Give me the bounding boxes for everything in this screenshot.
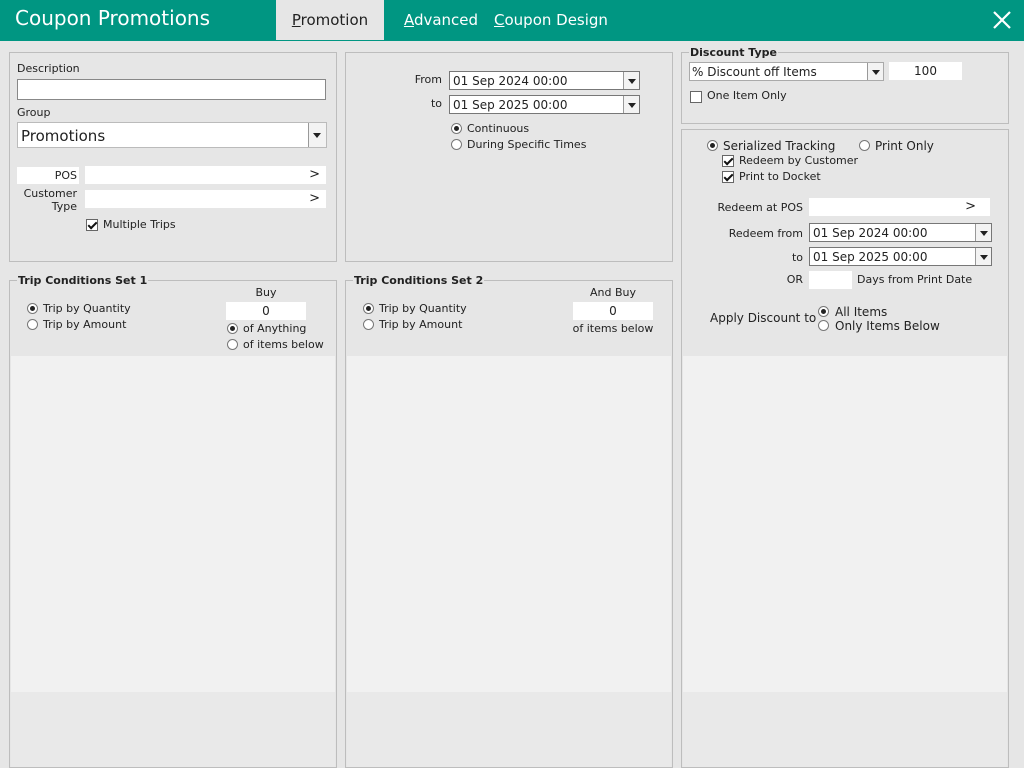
chevron-down-icon[interactable] bbox=[975, 248, 991, 265]
multiple-trips-checkbox[interactable] bbox=[86, 219, 98, 231]
trip1-buy-input[interactable]: 0 bbox=[226, 302, 306, 320]
pos-picker[interactable]: > bbox=[85, 166, 326, 184]
only-items-below-label: Only Items Below bbox=[835, 319, 940, 333]
trip2-by-amount-label: Trip by Amount bbox=[379, 318, 463, 331]
redeem-at-pos-label: Redeem at POS bbox=[717, 201, 803, 214]
to-label: to bbox=[430, 97, 442, 110]
description-label: Description bbox=[17, 62, 80, 75]
chevron-down-icon[interactable] bbox=[308, 123, 326, 147]
apply-discount-label: Apply Discount to bbox=[710, 311, 817, 325]
trip1-by-amount-label: Trip by Amount bbox=[43, 318, 127, 331]
trip2-by-amount-radio[interactable] bbox=[363, 319, 374, 330]
to-date-picker[interactable]: 01 Sep 2025 00:00 bbox=[449, 95, 640, 114]
redemption-footer bbox=[683, 692, 1007, 767]
redeem-from-date-picker[interactable]: 01 Sep 2024 00:00 bbox=[809, 223, 992, 242]
tab-promotion[interactable]: Promotion bbox=[276, 0, 384, 40]
window-title: Coupon Promotions bbox=[15, 6, 211, 30]
customer-type-label-line2: Type bbox=[51, 200, 77, 213]
tab-advanced[interactable]: Advanced bbox=[400, 0, 482, 40]
discount-type-title: Discount Type bbox=[689, 46, 778, 59]
trip1-of-anything-radio[interactable] bbox=[227, 323, 238, 334]
trip-conditions-2-footer bbox=[347, 692, 671, 767]
all-items-label: All Items bbox=[835, 305, 888, 319]
one-item-only-checkbox[interactable] bbox=[690, 91, 702, 103]
days-from-print-input[interactable] bbox=[809, 271, 852, 289]
trip-conditions-1-footer bbox=[11, 692, 335, 767]
customer-type-picker[interactable]: > bbox=[85, 190, 326, 208]
from-date-value: 01 Sep 2024 00:00 bbox=[453, 74, 568, 88]
description-input[interactable] bbox=[17, 79, 326, 100]
from-date-picker[interactable]: 01 Sep 2024 00:00 bbox=[449, 71, 640, 90]
tab-advanced-mnemonic: A bbox=[403, 11, 414, 29]
print-only-radio[interactable] bbox=[859, 140, 870, 151]
discount-type-value: % Discount off Items bbox=[692, 65, 817, 79]
tab-promotion-mnemonic: P bbox=[291, 11, 301, 29]
customer-type-label: Customer Type bbox=[17, 187, 77, 213]
chevron-down-icon[interactable] bbox=[623, 96, 639, 113]
group-label: Group bbox=[17, 106, 51, 119]
redeem-from-date-value: 01 Sep 2024 00:00 bbox=[813, 226, 928, 240]
redeem-at-pos-picker[interactable]: > bbox=[809, 198, 990, 216]
serialized-tracking-label: Serialized Tracking bbox=[723, 139, 836, 153]
redeem-to-label: to bbox=[791, 251, 803, 264]
chevron-down-icon[interactable] bbox=[867, 63, 883, 80]
trip1-of-anything-label: of Anything bbox=[243, 322, 307, 335]
redeem-to-date-picker[interactable]: 01 Sep 2025 00:00 bbox=[809, 247, 992, 266]
print-only-label: Print Only bbox=[875, 139, 934, 153]
trip2-of-items-below-label: of items below bbox=[572, 322, 654, 335]
redemption-items-area bbox=[683, 356, 1007, 692]
tab-coupon-design-label: oupon Design bbox=[504, 11, 608, 29]
redeem-from-label: Redeem from bbox=[728, 227, 803, 240]
print-to-docket-label: Print to Docket bbox=[739, 170, 821, 183]
chevron-down-icon[interactable] bbox=[623, 72, 639, 89]
continuous-label: Continuous bbox=[467, 122, 530, 135]
trip-conditions-2-items-area bbox=[347, 356, 671, 692]
print-to-docket-checkbox[interactable] bbox=[722, 171, 734, 183]
tab-coupon-design-mnemonic: C bbox=[494, 11, 505, 29]
multiple-trips-label: Multiple Trips bbox=[103, 218, 176, 231]
redeem-by-customer-checkbox[interactable] bbox=[722, 155, 734, 167]
trip1-buy-label: Buy bbox=[255, 286, 277, 299]
chevron-down-icon[interactable] bbox=[975, 224, 991, 241]
customer-type-label-line1: Customer bbox=[23, 187, 77, 200]
trip-conditions-1-title: Trip Conditions Set 1 bbox=[17, 274, 149, 287]
or-label: OR bbox=[786, 273, 803, 286]
tab-advanced-label: dvanced bbox=[413, 11, 479, 29]
pos-label: POS bbox=[54, 169, 77, 182]
redeem-by-customer-label: Redeem by Customer bbox=[739, 154, 859, 167]
tab-promotion-label: romotion bbox=[300, 11, 369, 29]
trip-conditions-1-items-area bbox=[11, 356, 335, 692]
trip1-by-amount-radio[interactable] bbox=[27, 319, 38, 330]
only-items-below-radio[interactable] bbox=[818, 320, 829, 331]
serialized-tracking-radio[interactable] bbox=[707, 140, 718, 151]
continuous-radio[interactable] bbox=[451, 123, 462, 134]
all-items-radio[interactable] bbox=[818, 306, 829, 317]
trip-conditions-2-title: Trip Conditions Set 2 bbox=[353, 274, 485, 287]
redeem-to-date-value: 01 Sep 2025 00:00 bbox=[813, 250, 928, 264]
discount-amount-input[interactable]: 100 bbox=[889, 62, 962, 80]
specific-times-label: During Specific Times bbox=[467, 138, 587, 151]
group-select[interactable]: Promotions bbox=[17, 122, 327, 148]
trip1-of-items-below-label: of items below bbox=[243, 338, 324, 351]
group-value: Promotions bbox=[21, 127, 106, 145]
to-date-value: 01 Sep 2025 00:00 bbox=[453, 98, 568, 112]
tab-coupon-design[interactable]: Coupon Design bbox=[494, 0, 608, 40]
trip2-by-quantity-radio[interactable] bbox=[363, 303, 374, 314]
trip1-by-quantity-radio[interactable] bbox=[27, 303, 38, 314]
trip2-and-buy-label: And Buy bbox=[589, 286, 636, 299]
discount-type-select[interactable]: % Discount off Items bbox=[689, 62, 884, 81]
trip1-of-items-below-radio[interactable] bbox=[227, 339, 238, 350]
trip2-by-quantity-label: Trip by Quantity bbox=[379, 302, 467, 315]
days-from-print-label: Days from Print Date bbox=[857, 273, 973, 286]
trip2-and-buy-input[interactable]: 0 bbox=[573, 302, 653, 320]
one-item-only-label: One Item Only bbox=[707, 89, 787, 102]
specific-times-radio[interactable] bbox=[451, 139, 462, 150]
from-label: From bbox=[414, 73, 442, 86]
trip1-by-quantity-label: Trip by Quantity bbox=[43, 302, 131, 315]
close-icon[interactable] bbox=[990, 8, 1014, 32]
